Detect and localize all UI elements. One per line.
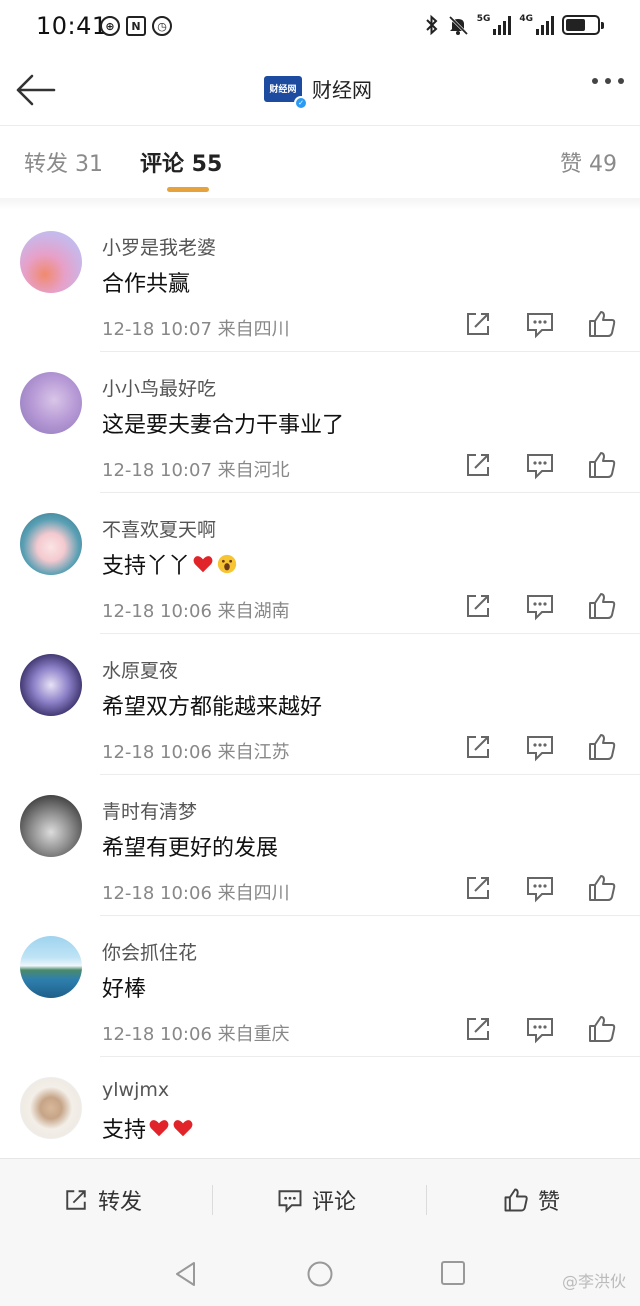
comment-text: 这是要夫妻合力干事业了 bbox=[102, 413, 345, 438]
active-tab-indicator bbox=[167, 187, 209, 192]
reply-icon[interactable] bbox=[524, 590, 556, 622]
verified-badge-icon: ✓ bbox=[294, 95, 308, 110]
comment-icon bbox=[278, 1190, 302, 1213]
comment-username[interactable]: 小小鸟最好吃 bbox=[102, 374, 216, 401]
repost-button[interactable]: 转发 bbox=[62, 1159, 142, 1241]
like-icon[interactable] bbox=[586, 590, 618, 622]
signal-5g-icon: 5G bbox=[477, 15, 512, 35]
heart-icon bbox=[173, 1120, 193, 1137]
signal-4g-icon: 4G bbox=[519, 15, 554, 35]
battery-icon bbox=[562, 15, 604, 35]
comment-item: 水原夏夜 希望双方都能越来越好 12-18 10:06 来自江苏 bbox=[0, 634, 640, 775]
hd-icon: ⊕ bbox=[100, 16, 120, 36]
system-nav-bar bbox=[0, 1240, 640, 1306]
comment-meta: 12-18 10:06 来自四川 bbox=[102, 883, 290, 904]
divider bbox=[426, 1185, 427, 1215]
comment-meta: 12-18 10:06 来自湖南 bbox=[102, 601, 290, 622]
comment-item: 你会抓住花 好棒 12-18 10:06 来自重庆 bbox=[0, 916, 640, 1057]
tab-comments[interactable]: 评论 55 bbox=[140, 146, 222, 178]
like-icon[interactable] bbox=[586, 308, 618, 340]
avatar[interactable] bbox=[20, 654, 82, 716]
comment-username[interactable]: ylwjmx bbox=[102, 1079, 169, 1101]
comment-username[interactable]: 不喜欢夏天啊 bbox=[102, 515, 216, 542]
status-right-icons: 5G 4G bbox=[425, 14, 604, 36]
account-name: 财经网 bbox=[312, 78, 372, 102]
status-bar: 10:41 ⊕ N ◷ 5G 4G bbox=[0, 0, 640, 54]
tab-bar: 转发 31 评论 55 赞 49 bbox=[0, 126, 640, 198]
divider bbox=[212, 1185, 213, 1215]
comment-item: 小小鸟最好吃 这是要夫妻合力干事业了 12-18 10:07 来自河北 bbox=[0, 352, 640, 493]
system-home-icon[interactable] bbox=[306, 1260, 334, 1288]
share-icon[interactable] bbox=[462, 308, 494, 340]
status-time: 10:41 bbox=[36, 12, 108, 40]
share-icon[interactable] bbox=[462, 731, 494, 763]
system-back-icon[interactable] bbox=[172, 1260, 200, 1288]
bluetooth-icon bbox=[425, 14, 438, 36]
avatar[interactable] bbox=[20, 231, 82, 293]
comment-text: 支持 bbox=[102, 1112, 194, 1144]
account-logo: 财经网 ✓ bbox=[264, 75, 308, 110]
watermark: @李洪伙 bbox=[561, 1272, 626, 1291]
comment-item: 小罗是我老婆 合作共赢 12-18 10:07 来自四川 bbox=[0, 211, 640, 352]
comment-text: 支持丫丫 bbox=[102, 548, 238, 580]
reply-icon[interactable] bbox=[524, 731, 556, 763]
comment-text: 合作共赢 bbox=[102, 272, 191, 297]
comment-button[interactable]: 评论 bbox=[276, 1159, 356, 1241]
avatar[interactable] bbox=[20, 936, 82, 998]
back-arrow-icon[interactable] bbox=[14, 72, 58, 108]
avatar[interactable] bbox=[20, 513, 82, 575]
comment-meta: 12-18 10:06 来自重庆 bbox=[102, 1024, 290, 1045]
more-options-icon[interactable] bbox=[592, 78, 624, 84]
comment-username[interactable]: 小罗是我老婆 bbox=[102, 233, 216, 260]
reply-icon[interactable] bbox=[524, 308, 556, 340]
nav-bar: 财经网 ✓ 财经网 bbox=[0, 54, 640, 126]
account-header[interactable]: 财经网 ✓ 财经网 bbox=[264, 74, 372, 110]
mute-icon bbox=[448, 15, 468, 36]
heart-icon bbox=[193, 556, 213, 573]
like-icon[interactable] bbox=[586, 1013, 618, 1045]
share-icon[interactable] bbox=[462, 872, 494, 904]
like-icon[interactable] bbox=[586, 449, 618, 481]
share-icon[interactable] bbox=[462, 590, 494, 622]
comment-item: ylwjmx 支持 bbox=[0, 1057, 640, 1158]
heart-icon bbox=[149, 1120, 169, 1137]
alarm-icon: ◷ bbox=[152, 16, 172, 36]
tabs-separator bbox=[0, 198, 640, 210]
avatar[interactable] bbox=[20, 372, 82, 434]
comment-text: 希望双方都能越来越好 bbox=[102, 695, 323, 720]
like-icon[interactable] bbox=[586, 872, 618, 904]
avatar[interactable] bbox=[20, 1077, 82, 1139]
comment-username[interactable]: 青时有清梦 bbox=[102, 797, 197, 824]
share-icon[interactable] bbox=[462, 449, 494, 481]
tab-likes[interactable]: 赞 49 bbox=[560, 146, 617, 178]
scream-emoji-icon bbox=[217, 554, 237, 574]
reply-icon[interactable] bbox=[524, 1013, 556, 1045]
comment-meta: 12-18 10:07 来自河北 bbox=[102, 460, 290, 481]
share-icon[interactable] bbox=[462, 1013, 494, 1045]
comment-item: 不喜欢夏天啊 支持丫丫 12-18 10:06 来自湖南 bbox=[0, 493, 640, 634]
thumbs-up-icon bbox=[504, 1188, 528, 1212]
repost-icon bbox=[66, 1190, 86, 1210]
comment-username[interactable]: 水原夏夜 bbox=[102, 656, 178, 683]
comment-item: 青时有清梦 希望有更好的发展 12-18 10:06 来自四川 bbox=[0, 775, 640, 916]
reply-icon[interactable] bbox=[524, 872, 556, 904]
like-button[interactable]: 赞 bbox=[502, 1159, 560, 1241]
comment-text: 希望有更好的发展 bbox=[102, 836, 279, 861]
comment-meta: 12-18 10:07 来自四川 bbox=[102, 319, 290, 340]
reply-icon[interactable] bbox=[524, 449, 556, 481]
like-icon[interactable] bbox=[586, 731, 618, 763]
comment-username[interactable]: 你会抓住花 bbox=[102, 938, 197, 965]
tab-repost[interactable]: 转发 31 bbox=[24, 146, 103, 178]
bottom-action-bar: 转发 评论 赞 bbox=[0, 1158, 640, 1240]
nfc-icon: N bbox=[126, 16, 146, 36]
comment-meta: 12-18 10:06 来自江苏 bbox=[102, 742, 290, 763]
system-recents-icon[interactable] bbox=[440, 1260, 466, 1286]
comment-text: 好棒 bbox=[102, 977, 147, 1002]
avatar[interactable] bbox=[20, 795, 82, 857]
status-left-icons: ⊕ N ◷ bbox=[100, 16, 172, 36]
